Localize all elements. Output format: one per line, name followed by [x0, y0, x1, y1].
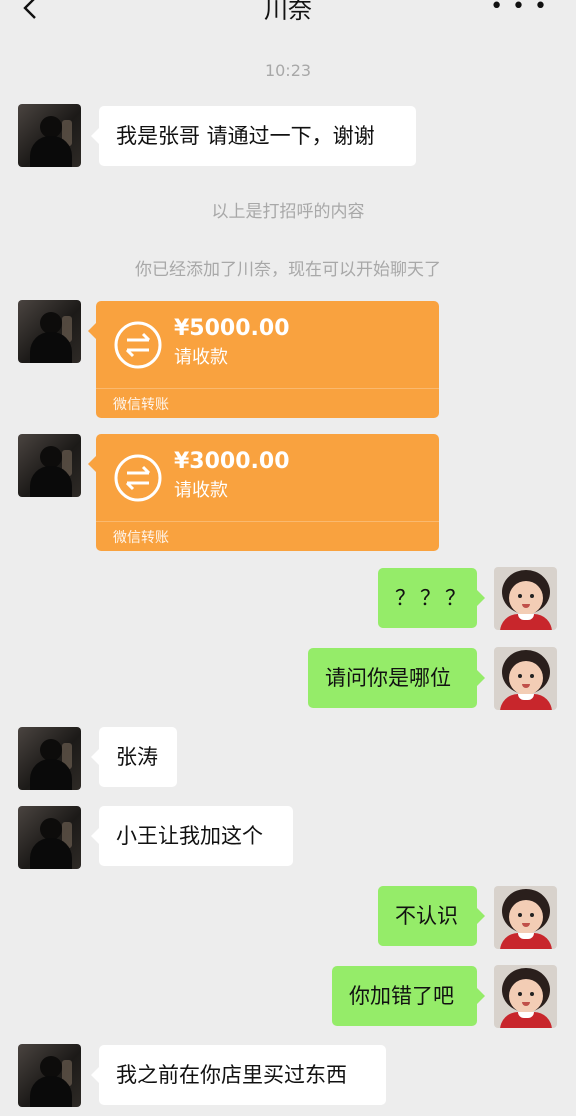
contact-avatar[interactable]	[18, 727, 81, 790]
my-avatar[interactable]	[494, 886, 557, 949]
message-bubble-incoming[interactable]: 我是张哥 请通过一下，谢谢	[91, 106, 416, 166]
message-bubble-incoming[interactable]: 小王让我加这个	[91, 806, 293, 866]
message-bubble-incoming[interactable]: 我之前在你店里买过东西	[91, 1045, 386, 1105]
divider	[96, 521, 439, 522]
contact-avatar[interactable]	[18, 104, 81, 167]
my-avatar[interactable]	[494, 567, 557, 630]
transfer-icon	[114, 454, 162, 502]
transfer-amount: ¥3000.00	[174, 449, 290, 474]
contact-avatar[interactable]	[18, 300, 81, 363]
divider	[96, 388, 439, 389]
transfer-footer: 微信转账	[113, 397, 169, 413]
more-options-icon[interactable]: • • •	[490, 0, 548, 18]
message-bubble-outgoing[interactable]: 你加错了吧	[332, 966, 485, 1026]
added-friend-note: 你已经添加了川奈，现在可以开始聊天了	[135, 260, 441, 280]
message-bubble-incoming[interactable]: 张涛	[91, 727, 177, 787]
transfer-icon	[114, 321, 162, 369]
timestamp: 10:23	[264, 61, 312, 80]
nav-bar: 川奈 • • •	[0, 0, 576, 28]
contact-avatar[interactable]	[18, 1044, 81, 1107]
transfer-status: 请收款	[174, 347, 228, 368]
transfer-status: 请收款	[174, 480, 228, 501]
transfer-footer: 微信转账	[113, 530, 169, 546]
message-bubble-outgoing[interactable]: ？？？	[378, 568, 485, 628]
greeting-note: 以上是打招呼的内容	[211, 202, 365, 222]
transfer-card[interactable]: ¥3000.00 请收款 微信转账	[88, 434, 439, 551]
contact-avatar[interactable]	[18, 434, 81, 497]
my-avatar[interactable]	[494, 647, 557, 710]
contact-avatar[interactable]	[18, 806, 81, 869]
transfer-card[interactable]: ¥5000.00 请收款 微信转账	[88, 301, 439, 418]
transfer-amount: ¥5000.00	[174, 316, 290, 341]
message-bubble-outgoing[interactable]: 请问你是哪位	[308, 648, 485, 708]
my-avatar[interactable]	[494, 965, 557, 1028]
message-bubble-outgoing[interactable]: 不认识	[378, 886, 485, 946]
